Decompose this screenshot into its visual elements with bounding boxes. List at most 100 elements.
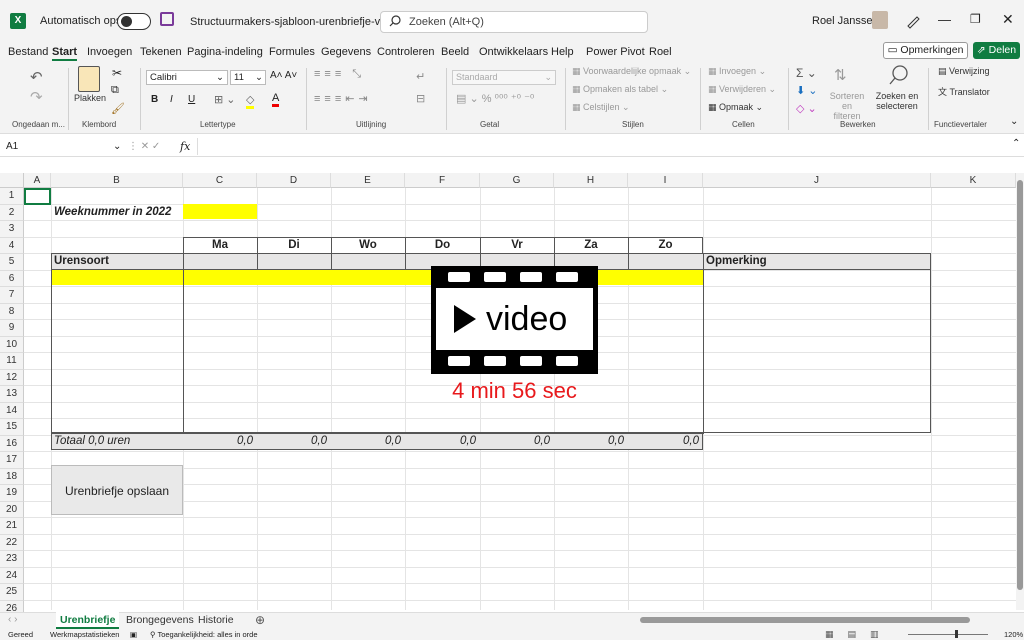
formula-controls[interactable]: ⋮ ✕ ✓ xyxy=(128,138,160,155)
format-cells-button[interactable]: ▦ Opmaak ⌄ xyxy=(708,102,763,113)
bold-button[interactable]: B xyxy=(151,94,158,105)
alignment-bottom-icons[interactable]: ≡≡≡⇤⇥ xyxy=(314,92,372,105)
file-name[interactable]: Structuurmakers-sjabloon-urenbriefje-v1.… xyxy=(190,15,404,28)
user-name[interactable]: Roel Janssen xyxy=(812,15,879,27)
column-header-k[interactable]: K xyxy=(931,173,1016,188)
format-painter-icon[interactable]: 🖌 xyxy=(111,102,125,115)
autosave-toggle[interactable] xyxy=(117,13,151,30)
font-grow-icon[interactable]: A˄ A˅ xyxy=(270,70,297,81)
menu-roel[interactable]: Roel xyxy=(649,42,672,62)
cell-styles-button[interactable]: ▦ Celstijlen ⌄ xyxy=(572,102,630,113)
paste-label[interactable]: Plakken xyxy=(74,93,106,103)
font-size-select[interactable]: 11 ⌄ xyxy=(230,70,266,85)
vertical-scroll-thumb[interactable] xyxy=(1017,180,1023,590)
paste-icon[interactable] xyxy=(78,66,100,92)
number-format-icons[interactable]: ▤ ⌄ % ⁰⁰⁰ ⁺⁰ ⁻⁰ xyxy=(456,92,534,105)
menu-gegevens[interactable]: Gegevens xyxy=(321,42,371,62)
row-header-9[interactable]: 9 xyxy=(0,320,24,337)
row-header-13[interactable]: 13 xyxy=(0,386,24,403)
row-header-1[interactable]: 1 xyxy=(0,188,24,205)
select-all-corner[interactable] xyxy=(0,173,24,188)
menu-pagina-indeling[interactable]: Pagina-indeling xyxy=(187,42,263,62)
copy-icon[interactable]: ⧉ xyxy=(111,84,119,97)
menu-invoegen[interactable]: Invoegen xyxy=(87,42,132,62)
row-header-18[interactable]: 18 xyxy=(0,468,24,485)
macro-icon[interactable]: ▣ xyxy=(130,630,137,639)
row-header-17[interactable]: 17 xyxy=(0,452,24,469)
share-button[interactable]: ⇗ Delen xyxy=(973,42,1020,59)
translator-button[interactable]: 文 Translator xyxy=(938,85,990,98)
sort-filter-button[interactable]: Sorteren en filteren xyxy=(825,91,869,121)
row-header-21[interactable]: 21 xyxy=(0,518,24,535)
conditional-format-button[interactable]: ▦ Voorwaardelijke opmaak ⌄ xyxy=(572,66,691,77)
number-format-select[interactable]: Standaard ⌄ xyxy=(452,70,556,85)
row-header-23[interactable]: 23 xyxy=(0,551,24,568)
search-box[interactable]: Zoeken (Alt+Q) xyxy=(380,11,648,33)
column-header-h[interactable]: H xyxy=(554,173,628,188)
clear-icon[interactable]: ◇ ⌄ xyxy=(796,102,817,115)
undo-icon[interactable]: ↶ xyxy=(30,68,43,86)
play-icon[interactable] xyxy=(452,303,478,335)
column-header-e[interactable]: E xyxy=(331,173,405,188)
autosum-icon[interactable]: Σ ⌄ xyxy=(796,66,817,80)
row-header-12[interactable]: 12 xyxy=(0,369,24,386)
row-header-15[interactable]: 15 xyxy=(0,419,24,436)
save-timesheet-button[interactable]: Urenbriefje opslaan xyxy=(51,465,183,515)
italic-button[interactable]: I xyxy=(170,94,173,105)
underline-button[interactable]: U xyxy=(188,94,195,105)
row-header-11[interactable]: 11 xyxy=(0,353,24,370)
view-icons[interactable]: ▦▤▥ xyxy=(825,629,893,640)
row-header-5[interactable]: 5 xyxy=(0,254,24,271)
zoom-slider-thumb[interactable] xyxy=(955,630,958,638)
row-header-10[interactable]: 10 xyxy=(0,336,24,353)
format-table-button[interactable]: ▦ Opmaken als tabel ⌄ xyxy=(572,84,668,95)
menu-bestand[interactable]: Bestand xyxy=(8,42,48,62)
menu-power-pivot[interactable]: Power Pivot xyxy=(586,42,645,62)
save-icon[interactable] xyxy=(160,12,174,26)
menu-ontwikkelaars[interactable]: Ontwikkelaars xyxy=(479,42,548,62)
expand-formula-icon[interactable]: ⌃ xyxy=(1012,138,1020,149)
menu-beeld[interactable]: Beeld xyxy=(441,42,469,62)
formula-input[interactable] xyxy=(197,138,1012,155)
alignment-top-icons[interactable]: ≡≡≡ ⤡ xyxy=(314,68,365,81)
row-header-24[interactable]: 24 xyxy=(0,567,24,584)
tab-scroll-arrows[interactable]: ‹ › xyxy=(8,614,17,625)
row-header-4[interactable]: 4 xyxy=(0,237,24,254)
find-select-icon[interactable] xyxy=(888,64,910,86)
avatar[interactable] xyxy=(872,11,888,29)
zoom-level[interactable]: 120% xyxy=(1004,630,1023,639)
reference-button[interactable]: ▤ Verwijzing xyxy=(938,66,990,77)
row-header-6[interactable]: 6 xyxy=(0,270,24,287)
row-header-7[interactable]: 7 xyxy=(0,287,24,304)
column-header-f[interactable]: F xyxy=(405,173,480,188)
comments-button[interactable]: ▭ Opmerkingen xyxy=(883,42,968,59)
close-icon[interactable]: ✕ xyxy=(1002,11,1014,28)
zoom-slider[interactable] xyxy=(908,634,988,635)
column-header-d[interactable]: D xyxy=(257,173,331,188)
insert-cells-button[interactable]: ▦ Invoegen ⌄ xyxy=(708,66,766,77)
minimize-icon[interactable]: — xyxy=(938,12,951,27)
column-header-i[interactable]: I xyxy=(628,173,703,188)
menu-controleren[interactable]: Controleren xyxy=(377,42,434,62)
active-cell[interactable] xyxy=(24,188,51,205)
column-header-c[interactable]: C xyxy=(183,173,257,188)
workbook-stats[interactable]: Werkmapstatistieken xyxy=(50,630,119,639)
find-select-button[interactable]: Zoeken en selecteren xyxy=(872,91,922,111)
font-color-icon[interactable]: A xyxy=(272,92,280,107)
cut-icon[interactable]: ✂ xyxy=(112,66,122,80)
row-header-25[interactable]: 25 xyxy=(0,584,24,601)
delete-cells-button[interactable]: ▦ Verwijderen ⌄ xyxy=(708,84,776,95)
column-header-j[interactable]: J xyxy=(703,173,931,188)
accessibility-status[interactable]: ⚲ Toegankelijkheid: alles in orde xyxy=(150,630,258,639)
font-name-select[interactable]: Calibri ⌄ xyxy=(146,70,228,85)
sort-filter-icon[interactable]: ⇅ xyxy=(834,66,847,84)
fill-icon[interactable]: ⬇ ⌄ xyxy=(796,84,818,97)
collapse-ribbon-icon[interactable]: ⌄ xyxy=(1010,116,1018,127)
column-header-a[interactable]: A xyxy=(24,173,51,188)
redo-icon[interactable]: ↷ xyxy=(30,88,43,106)
row-header-22[interactable]: 22 xyxy=(0,534,24,551)
row-header-2[interactable]: 2 xyxy=(0,204,24,221)
horizontal-scroll-thumb[interactable] xyxy=(640,617,970,623)
sheet-tab-historie[interactable]: Historie xyxy=(194,612,238,629)
merge-icon[interactable]: ⊟ xyxy=(416,92,425,105)
